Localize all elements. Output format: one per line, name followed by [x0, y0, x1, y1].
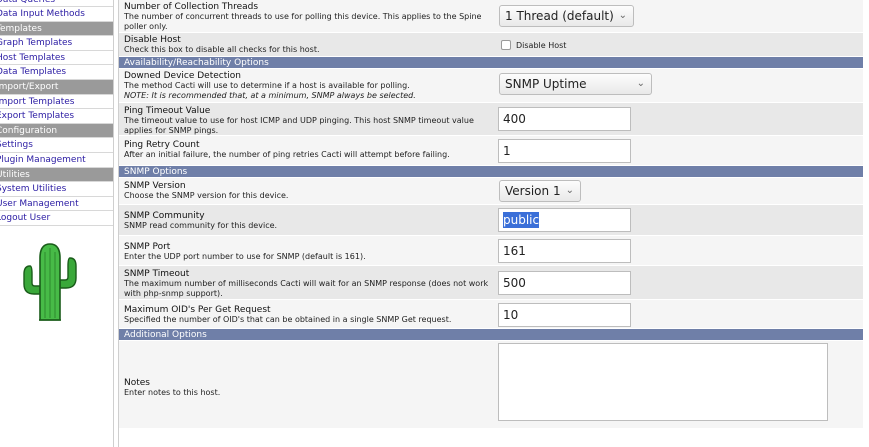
- disable-host-title: Disable Host: [124, 35, 181, 45]
- downed-detection-select[interactable]: SNMP Uptime ⌄: [499, 73, 652, 95]
- sidebar-header-configuration: Configuration: [0, 123, 113, 139]
- downed-desc: The method Cacti will use to determine i…: [124, 81, 410, 91]
- section-snmp: SNMP Options: [119, 166, 863, 178]
- sidebar-item-plugin-management[interactable]: Plugin Management: [0, 152, 113, 168]
- sidebar-item-data-input-methods[interactable]: Data Input Methods: [0, 7, 113, 22]
- sidebar-header-utilities: Utilities: [0, 167, 113, 183]
- notes-textarea[interactable]: [498, 343, 828, 421]
- form-row-snmp-timeout: SNMP Timeout The maximum number of milli…: [119, 266, 863, 300]
- form-row-disable-host: Disable Host Check this box to disable a…: [119, 33, 863, 57]
- snmp-port-desc: Enter the UDP port number to use for SNM…: [124, 252, 366, 262]
- ping-timeout-input[interactable]: 400: [498, 107, 631, 131]
- sidebar-header-templates: Templates: [0, 21, 113, 37]
- sidebar-item-logout-user[interactable]: Logout User: [0, 211, 113, 226]
- sidebar-item-graph-templates[interactable]: Graph Templates: [0, 36, 113, 51]
- ping-retry-input[interactable]: 1: [498, 139, 631, 163]
- max-oids-input[interactable]: 10: [498, 303, 631, 327]
- max-oids-title: Maximum OID's Per Get Request: [124, 305, 271, 315]
- threads-select[interactable]: 1 Thread (default) ⌄: [499, 5, 634, 27]
- cactus-logo-icon: [23, 243, 77, 321]
- threads-desc: The number of concurrent threads to use …: [124, 12, 482, 31]
- ping-retry-desc: After an initial failure, the number of …: [124, 150, 450, 160]
- snmp-version-title: SNMP Version: [124, 181, 186, 191]
- notes-desc: Enter notes to this host.: [124, 388, 221, 398]
- sidebar-item-user-management[interactable]: User Management: [0, 196, 113, 212]
- ping-timeout-title: Ping Timeout Value: [124, 106, 211, 116]
- form-row-downed-detection: Downed Device Detection The method Cacti…: [119, 69, 863, 103]
- form-row-max-oids: Maximum OID's Per Get Request Specified …: [119, 300, 863, 329]
- sidebar-item-data-templates[interactable]: Data Templates: [0, 65, 113, 80]
- threads-select-value: 1 Thread (default): [505, 9, 614, 23]
- section-availability: Availability/Reachability Options: [119, 57, 863, 69]
- sidebar-item-data-queries[interactable]: Data Queries: [0, 0, 113, 7]
- form-row-ping-timeout: Ping Timeout Value The timeout value to …: [119, 103, 863, 136]
- form-row-notes: Notes Enter notes to this host.: [119, 341, 863, 429]
- form-row-snmp-version: SNMP Version Choose the SNMP version for…: [119, 178, 863, 205]
- ping-timeout-desc: The timeout value to use for host ICMP a…: [124, 116, 474, 135]
- chevron-down-icon: ⌄: [618, 10, 627, 21]
- disable-host-desc: Check this box to disable all checks for…: [124, 45, 320, 55]
- ping-retry-title: Ping Retry Count: [124, 140, 200, 150]
- snmp-timeout-desc: The maximum number of milliseconds Cacti…: [124, 279, 489, 298]
- notes-title: Notes: [124, 378, 150, 388]
- section-additional: Additional Options: [119, 329, 863, 341]
- sidebar-item-system-utilities[interactable]: System Utilities: [0, 182, 113, 197]
- form-row-threads: Number of Collection Threads The number …: [119, 0, 863, 33]
- snmp-timeout-input[interactable]: 500: [498, 271, 631, 295]
- sidebar-item-import-templates[interactable]: Import Templates: [0, 94, 113, 110]
- form-row-snmp-port: SNMP Port Enter the UDP port number to u…: [119, 236, 863, 266]
- chevron-down-icon: ⌄: [565, 185, 574, 196]
- snmp-timeout-title: SNMP Timeout: [124, 269, 190, 279]
- snmp-community-title: SNMP Community: [124, 211, 205, 221]
- max-oids-desc: Specified the number of OID's that can b…: [124, 315, 452, 325]
- sidebar-item-settings[interactable]: Settings: [0, 138, 113, 153]
- snmp-community-input[interactable]: public: [498, 208, 631, 232]
- downed-title: Downed Device Detection: [124, 71, 241, 81]
- snmp-port-input[interactable]: 161: [498, 239, 631, 263]
- snmp-port-title: SNMP Port: [124, 242, 171, 252]
- sidebar-nav: Data Queries Data Input Methods Templates G…: [0, 0, 114, 447]
- sidebar-item-host-templates[interactable]: Host Templates: [0, 50, 113, 66]
- snmp-community-desc: SNMP read community for this device.: [124, 221, 278, 231]
- downed-select-value: SNMP Uptime: [505, 77, 587, 91]
- host-edit-form: Number of Collection Threads The number …: [118, 0, 863, 447]
- snmp-version-select-value: Version 1: [505, 184, 561, 198]
- form-row-ping-retry: Ping Retry Count After an initial failur…: [119, 136, 863, 166]
- downed-note: NOTE: It is recommended that, at a minim…: [124, 90, 416, 100]
- disable-host-checkbox-label[interactable]: Disable Host: [516, 41, 566, 50]
- disable-host-checkbox[interactable]: [501, 40, 511, 50]
- chevron-down-icon: ⌄: [636, 78, 645, 89]
- form-row-snmp-community: SNMP Community SNMP read community for t…: [119, 205, 863, 236]
- threads-title: Number of Collection Threads: [124, 2, 259, 12]
- sidebar-item-export-templates[interactable]: Export Templates: [0, 109, 113, 124]
- snmp-version-desc: Choose the SNMP version for this device.: [124, 191, 289, 201]
- snmp-version-select[interactable]: Version 1 ⌄: [499, 180, 581, 202]
- sidebar-header-import-export: Import/Export: [0, 79, 113, 95]
- sidebar-menu: Data Queries Data Input Methods Templates G…: [0, 0, 113, 226]
- snmp-community-value: public: [503, 212, 540, 228]
